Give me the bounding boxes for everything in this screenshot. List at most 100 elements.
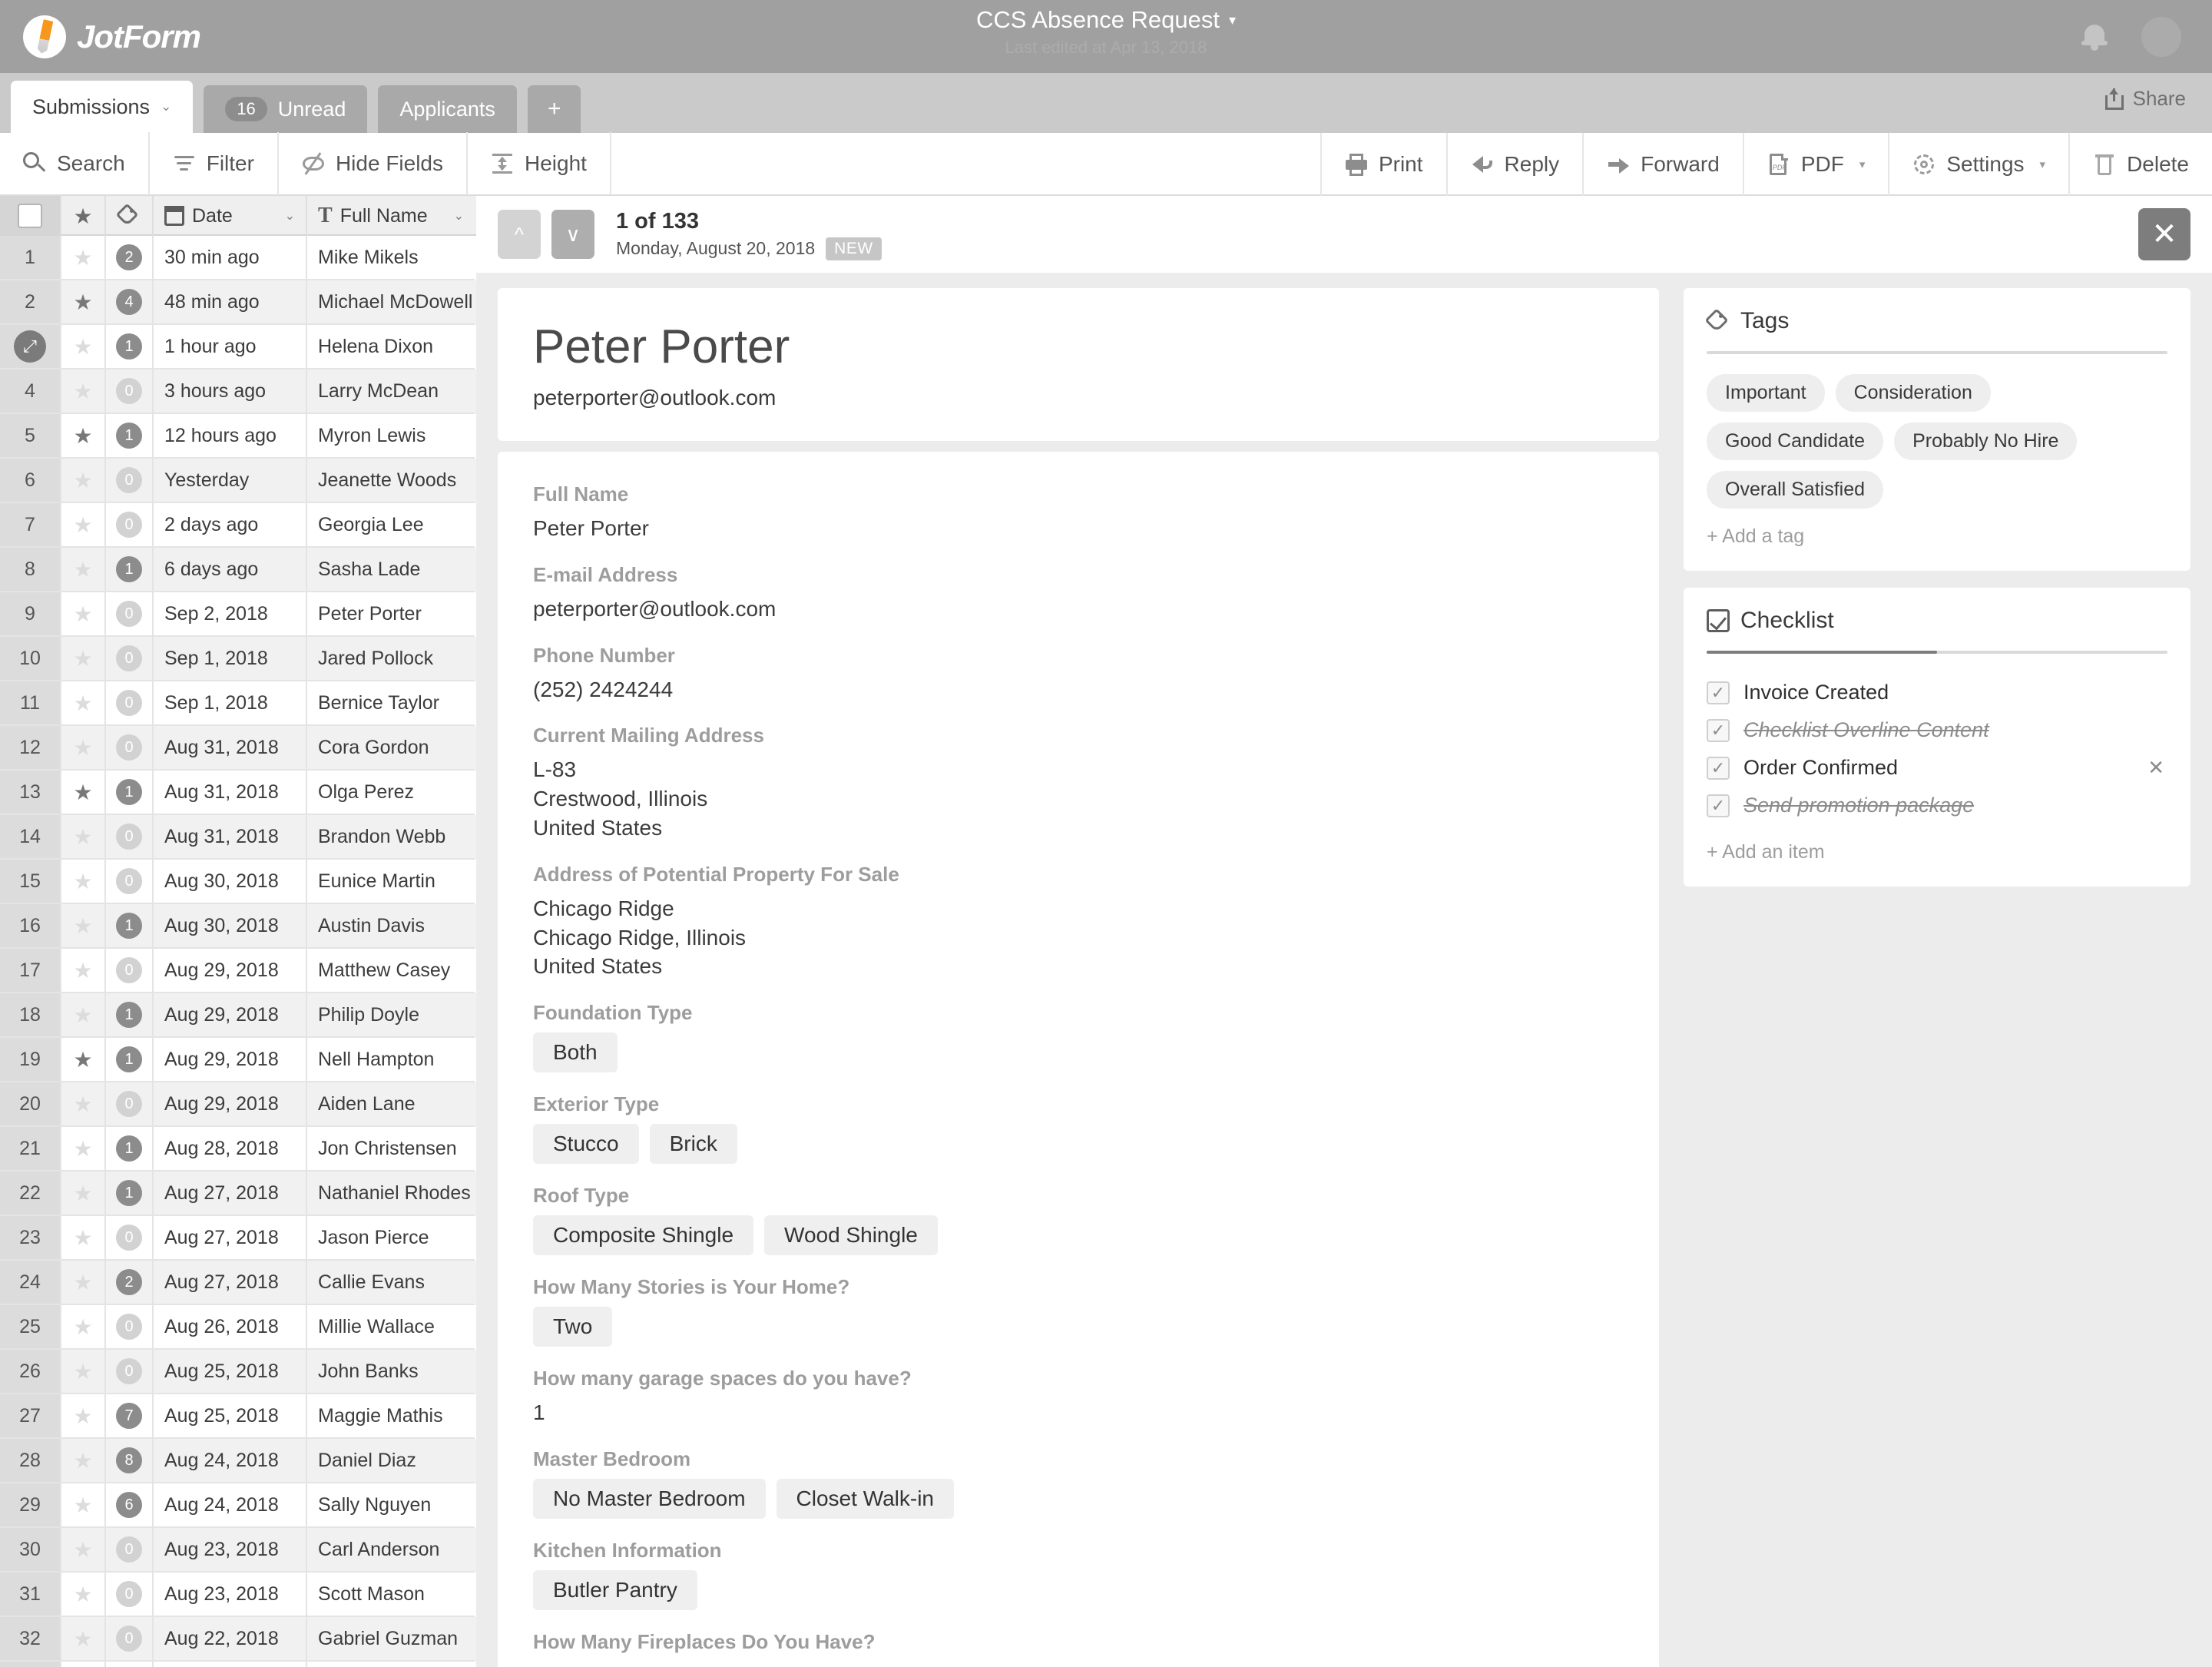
search-button[interactable]: Search	[0, 132, 150, 195]
row-tag-count[interactable]: 1	[106, 904, 154, 949]
row-tag-count[interactable]: 0	[106, 949, 154, 993]
table-row[interactable]: 10 ★ 0 Sep 1, 2018 Jared Pollock	[0, 637, 476, 681]
table-row[interactable]: 6 ★ 0 Yesterday Jeanette Woods	[0, 459, 476, 503]
table-row[interactable]: 2 ★ 4 48 min ago Michael McDowell	[0, 280, 476, 325]
table-row[interactable]: 23 ★ 0 Aug 27, 2018 Jason Pierce	[0, 1216, 476, 1261]
star-toggle[interactable]: ★	[61, 503, 106, 548]
row-tag-count[interactable]: 0	[106, 637, 154, 681]
star-toggle[interactable]: ★	[61, 949, 106, 993]
add-tag-button[interactable]: + Add a tag	[1707, 525, 2167, 548]
checkbox-icon[interactable]: ✓	[1707, 718, 1730, 742]
row-tag-count[interactable]: 1	[106, 1038, 154, 1082]
star-toggle[interactable]: ★	[61, 993, 106, 1038]
table-row[interactable]: 28 ★ 8 Aug 24, 2018 Daniel Diaz	[0, 1439, 476, 1483]
star-toggle[interactable]: ★	[61, 904, 106, 949]
star-toggle[interactable]: ★	[61, 1528, 106, 1573]
row-tag-count[interactable]: 0	[106, 726, 154, 771]
table-row[interactable]: 8 ★ 1 6 days ago Sasha Lade	[0, 548, 476, 592]
avatar[interactable]	[2141, 16, 2181, 57]
select-all-checkbox[interactable]	[0, 196, 61, 236]
column-header-tag[interactable]	[106, 196, 154, 236]
delete-button[interactable]: Delete	[2068, 133, 2212, 196]
settings-button[interactable]: Settings ▾	[1888, 133, 2068, 196]
row-tag-count[interactable]: 0	[106, 1350, 154, 1394]
checkbox-icon[interactable]: ✓	[1707, 681, 1730, 704]
star-toggle[interactable]: ★	[61, 637, 106, 681]
table-row[interactable]: 7 ★ 0 2 days ago Georgia Lee	[0, 503, 476, 548]
table-row[interactable]: 27 ★ 7 Aug 25, 2018 Maggie Mathis	[0, 1394, 476, 1439]
row-tag-count[interactable]: 1	[106, 1127, 154, 1172]
checklist-item[interactable]: ✓ Invoice Created	[1707, 674, 2167, 711]
table-row[interactable]: 25 ★ 0 Aug 26, 2018 Millie Wallace	[0, 1305, 476, 1350]
star-toggle[interactable]: ★	[61, 592, 106, 637]
star-toggle[interactable]: ★	[61, 726, 106, 771]
star-toggle[interactable]: ★	[61, 860, 106, 904]
table-row[interactable]: 4 ★ 0 3 hours ago Larry McDean	[0, 370, 476, 414]
tab-unread[interactable]: 16 Unread	[204, 85, 368, 133]
row-tag-count[interactable]: 7	[106, 1394, 154, 1439]
star-toggle[interactable]: ★	[61, 1483, 106, 1528]
star-toggle[interactable]: ★	[61, 325, 106, 370]
tab-submissions[interactable]: Submissions ⌄	[11, 81, 194, 133]
tag-pill[interactable]: Overall Satisfied	[1707, 471, 1884, 509]
row-tag-count[interactable]: 2	[106, 1261, 154, 1305]
row-tag-count[interactable]: 0	[106, 1573, 154, 1617]
table-row[interactable]: 18 ★ 1 Aug 29, 2018 Philip Doyle	[0, 993, 476, 1038]
checklist-item[interactable]: ✓ Order Confirmed ✕	[1707, 749, 2167, 787]
share-button[interactable]: Share	[2104, 87, 2186, 111]
tag-pill[interactable]: Consideration	[1835, 374, 1991, 412]
table-row[interactable]: 26 ★ 0 Aug 25, 2018 John Banks	[0, 1350, 476, 1394]
height-button[interactable]: Height	[468, 132, 611, 195]
star-toggle[interactable]: ★	[61, 1038, 106, 1082]
checkbox-icon[interactable]: ✓	[1707, 756, 1730, 780]
star-toggle[interactable]: ★	[61, 1573, 106, 1617]
row-tag-count[interactable]: 0	[106, 1216, 154, 1261]
checklist-item[interactable]: ✓ Send promotion package	[1707, 787, 2167, 824]
reply-button[interactable]: Reply	[1445, 133, 1583, 196]
column-header-date[interactable]: Date ⌄	[154, 196, 307, 236]
next-submission-button[interactable]: ∨	[551, 210, 594, 259]
table-row[interactable]: 19 ★ 1 Aug 29, 2018 Nell Hampton	[0, 1038, 476, 1082]
row-tag-count[interactable]: 1	[106, 771, 154, 815]
table-row[interactable]: 29 ★ 6 Aug 24, 2018 Sally Nguyen	[0, 1483, 476, 1528]
row-tag-count[interactable]: 6	[106, 1483, 154, 1528]
star-toggle[interactable]: ★	[61, 1261, 106, 1305]
close-icon[interactable]: ✕	[2147, 756, 2164, 780]
row-tag-count[interactable]: 0	[106, 681, 154, 726]
tag-pill[interactable]: Good Candidate	[1707, 423, 1884, 460]
jotform-logo[interactable]: JotForm	[23, 15, 201, 58]
table-row[interactable]: 9 ★ 0 Sep 2, 2018 Peter Porter	[0, 592, 476, 637]
table-row[interactable]: 24 ★ 2 Aug 27, 2018 Callie Evans	[0, 1261, 476, 1305]
star-toggle[interactable]: ★	[61, 1439, 106, 1483]
table-row[interactable]: 1 ★ 2 30 min ago Mike Mikels	[0, 236, 476, 280]
hide-fields-button[interactable]: Hide Fields	[279, 132, 469, 195]
row-tag-count[interactable]: 2	[106, 236, 154, 280]
star-toggle[interactable]: ★	[61, 1216, 106, 1261]
table-row[interactable]: 21 ★ 1 Aug 28, 2018 Jon Christensen	[0, 1127, 476, 1172]
row-tag-count[interactable]: 0	[106, 815, 154, 860]
star-toggle[interactable]: ★	[61, 1127, 106, 1172]
table-row[interactable]: 5 ★ 1 12 hours ago Myron Lewis	[0, 414, 476, 459]
row-tag-count[interactable]: 1	[106, 1172, 154, 1216]
table-row[interactable]: 31 ★ 0 Aug 23, 2018 Scott Mason	[0, 1573, 476, 1617]
column-header-full-name[interactable]: T Full Name ⌄	[307, 196, 475, 236]
row-tag-count[interactable]: 4	[106, 280, 154, 325]
row-tag-count[interactable]: 0	[106, 1082, 154, 1127]
row-tag-count[interactable]: 0	[106, 1305, 154, 1350]
table-row[interactable]: 11 ★ 0 Sep 1, 2018 Bernice Taylor	[0, 681, 476, 726]
table-row[interactable]: 13 ★ 1 Aug 31, 2018 Olga Perez	[0, 771, 476, 815]
row-tag-count[interactable]: 1	[106, 414, 154, 459]
forward-button[interactable]: Forward	[1582, 133, 1743, 196]
row-tag-count[interactable]: 0	[106, 592, 154, 637]
filter-button[interactable]: Filter	[150, 132, 279, 195]
table-row[interactable]: 22 ★ 1 Aug 27, 2018 Nathaniel Rhodes	[0, 1172, 476, 1216]
bell-icon[interactable]	[2081, 23, 2108, 51]
star-toggle[interactable]: ★	[61, 681, 106, 726]
table-row[interactable]: 15 ★ 0 Aug 30, 2018 Eunice Martin	[0, 860, 476, 904]
checklist-item[interactable]: ✓ Checklist Overline Content	[1707, 711, 2167, 749]
row-tag-count[interactable]: 0	[106, 503, 154, 548]
tab-add-new[interactable]: +	[527, 85, 581, 133]
star-toggle[interactable]: ★	[61, 370, 106, 414]
star-toggle[interactable]: ★	[61, 548, 106, 592]
pdf-button[interactable]: PDF PDF ▾	[1742, 133, 1889, 196]
